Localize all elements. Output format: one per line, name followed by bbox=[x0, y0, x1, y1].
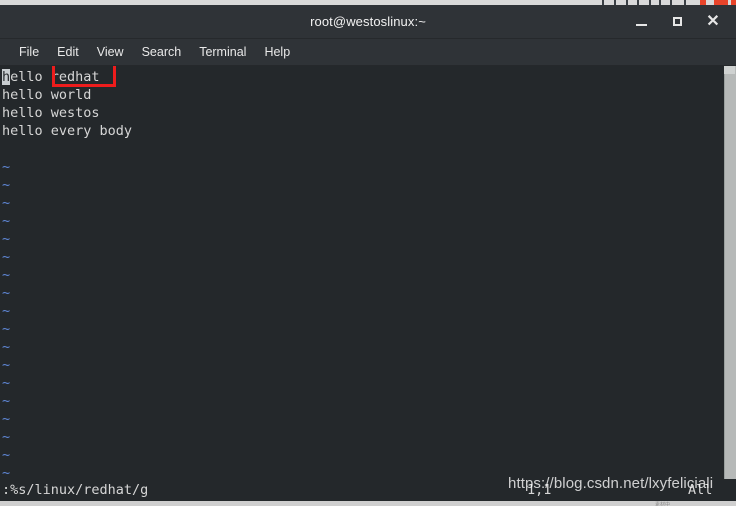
maximize-button[interactable] bbox=[662, 9, 692, 35]
menu-item-file[interactable]: File bbox=[10, 39, 48, 65]
menu-item-view[interactable]: View bbox=[88, 39, 133, 65]
vim-command-line[interactable]: :%s/linux/redhat/g bbox=[2, 479, 148, 501]
buffer-tilde: ~ bbox=[2, 249, 11, 265]
buffer-tilde: ~ bbox=[2, 231, 11, 247]
close-button[interactable]: ✕ bbox=[698, 9, 728, 35]
buffer-tilde: ~ bbox=[2, 321, 11, 337]
title-bar: root@westoslinux:~ ✕ bbox=[0, 5, 736, 39]
buffer-line-text: ello redhat bbox=[10, 69, 100, 85]
buffer-tilde: ~ bbox=[2, 357, 11, 373]
buffer-tilde: ~ bbox=[2, 159, 11, 175]
menu-item-search[interactable]: Search bbox=[133, 39, 191, 65]
maximize-icon bbox=[672, 17, 682, 26]
buffer-line: hello every body bbox=[2, 123, 133, 139]
buffer-tilde: ~ bbox=[2, 339, 11, 355]
buffer-line: hello westos bbox=[2, 105, 100, 121]
vim-status-line: :%s/linux/redhat/g 1,1 All bbox=[0, 479, 736, 501]
terminal-viewport[interactable]: hello redhat hello world hello westos he… bbox=[0, 66, 736, 479]
menu-bar: File Edit View Search Terminal Help bbox=[0, 39, 736, 66]
scrollbar-thumb[interactable] bbox=[724, 66, 735, 74]
buffer-line-blank bbox=[2, 140, 722, 158]
menu-item-help[interactable]: Help bbox=[255, 39, 299, 65]
buffer-line: hello redhat bbox=[2, 68, 722, 86]
buffer-tilde: ~ bbox=[2, 195, 11, 211]
buffer-tilde: ~ bbox=[2, 429, 11, 445]
window-controls: ✕ bbox=[626, 5, 728, 38]
buffer-tilde: ~ bbox=[2, 375, 11, 391]
buffer-tilde: ~ bbox=[2, 285, 11, 301]
menu-item-terminal[interactable]: Terminal bbox=[190, 39, 255, 65]
terminal-scrollbar[interactable] bbox=[722, 66, 736, 479]
buffer-tilde: ~ bbox=[2, 267, 11, 283]
buffer-tilde: ~ bbox=[2, 303, 11, 319]
cursor-position-indicator: 1,1 bbox=[527, 482, 552, 498]
menu-item-edit[interactable]: Edit bbox=[48, 39, 88, 65]
minimize-button[interactable] bbox=[626, 9, 656, 35]
close-icon: ✕ bbox=[706, 12, 720, 30]
buffer-line: hello world bbox=[2, 87, 92, 103]
window-title: root@westoslinux:~ bbox=[310, 14, 426, 29]
minimize-icon bbox=[635, 24, 647, 26]
buffer-tilde: ~ bbox=[2, 465, 11, 479]
text-cursor: h bbox=[2, 69, 11, 85]
vim-buffer[interactable]: hello redhat hello world hello westos he… bbox=[0, 66, 722, 479]
buffer-tilde: ~ bbox=[2, 213, 11, 229]
buffer-tilde: ~ bbox=[2, 447, 11, 463]
scroll-percent-indicator: All bbox=[688, 482, 713, 498]
buffer-tilde: ~ bbox=[2, 177, 11, 193]
screenshot-root: 素材中 root@westoslinux:~ ✕ File Edit View bbox=[0, 0, 736, 506]
buffer-tilde: ~ bbox=[2, 411, 11, 427]
scrollbar-trough[interactable] bbox=[724, 66, 736, 479]
buffer-tilde: ~ bbox=[2, 393, 11, 409]
terminal-window: root@westoslinux:~ ✕ File Edit View Sear… bbox=[0, 5, 736, 501]
